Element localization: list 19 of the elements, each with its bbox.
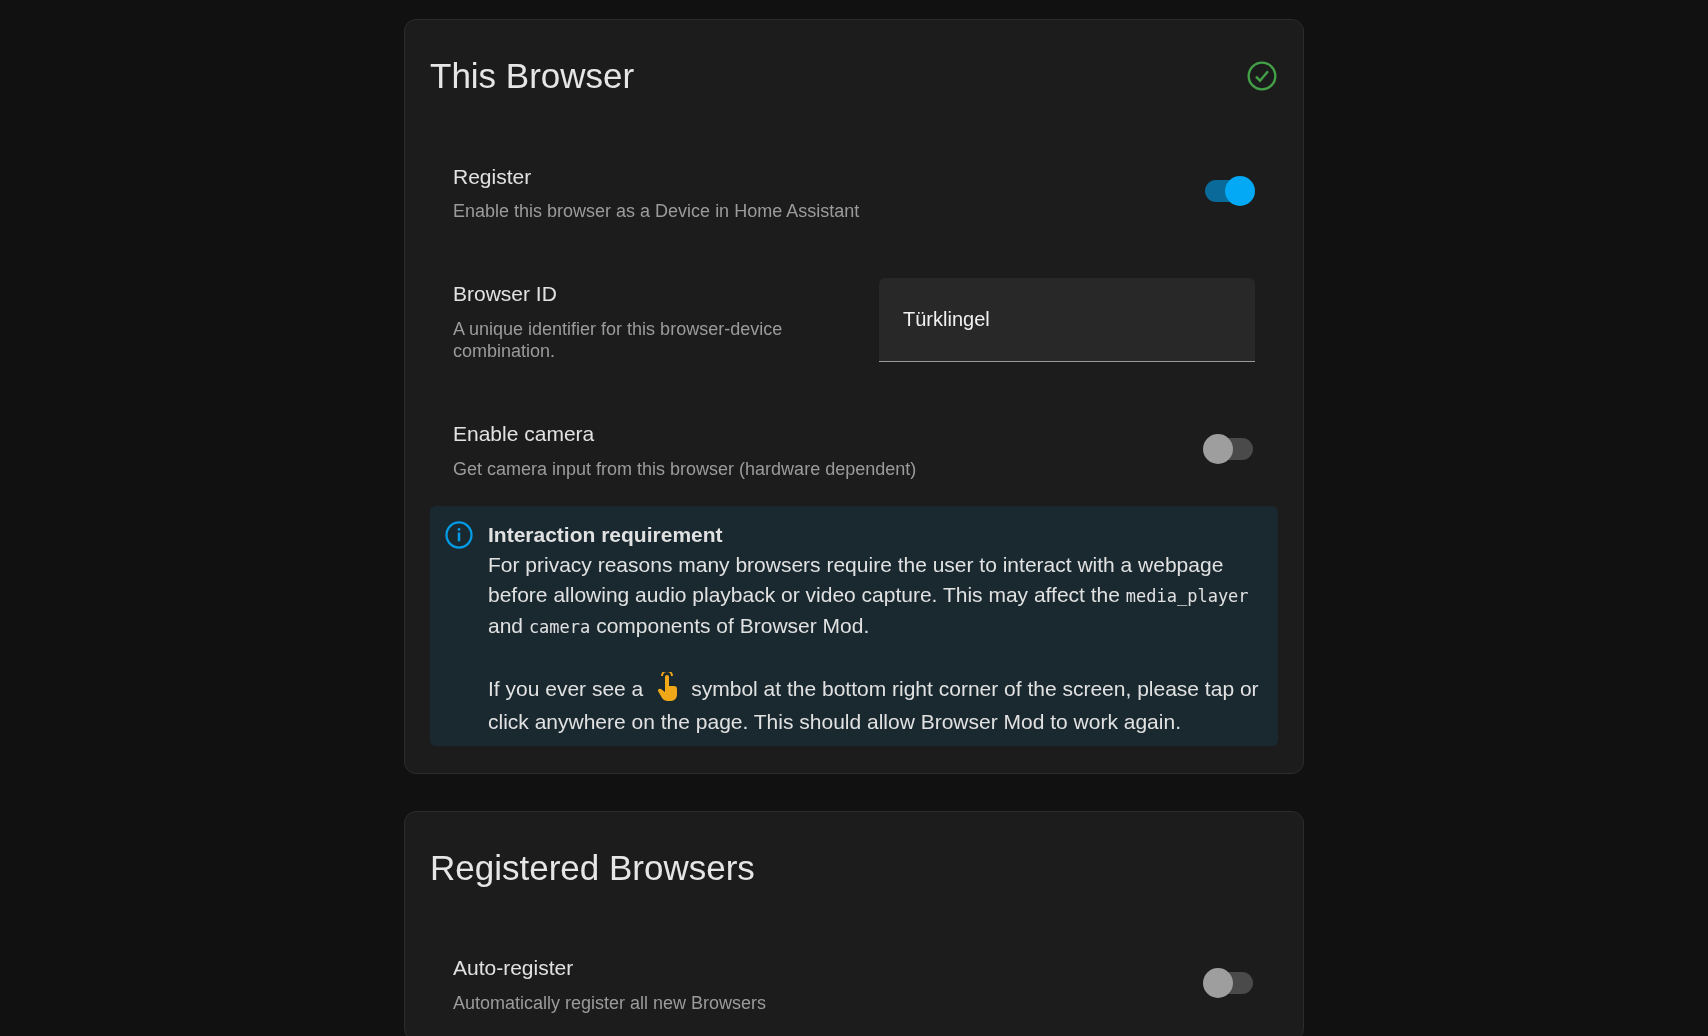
info-icon bbox=[444, 519, 474, 550]
setting-label: Register bbox=[453, 163, 533, 190]
tap-hand-icon bbox=[655, 671, 680, 702]
toggle-switch[interactable] bbox=[1203, 434, 1255, 463]
browser-id-field[interactable]: Türklingel bbox=[879, 278, 1255, 362]
setting-description: Enable this browser as a Device in Home Assistant bbox=[453, 200, 860, 222]
card-title: Registered Browsers bbox=[430, 846, 755, 889]
toggle-switch[interactable] bbox=[1203, 968, 1255, 997]
setting-label: Enable camera bbox=[453, 421, 596, 447]
alert-text: For privacy reasons many browsers require the user to interact with a webpage before allowing audio playback or video capture. This may affect the media_player and camera components of Browser Mod. bbox=[488, 551, 1250, 639]
alert-text: If you ever see a symbol at the bottom right corner of the screen, please tap or click anywhere on the page. This should allow Browser Mod to work again. bbox=[488, 671, 1264, 738]
setting-label: Browser ID bbox=[453, 281, 558, 308]
setting-description: Automatically register all new Browsers bbox=[453, 991, 767, 1014]
setting-label: Auto-register bbox=[453, 955, 575, 981]
setting-description: Get camera input from this browser (hardware dependent) bbox=[453, 457, 917, 480]
alert-title: Interaction requirement bbox=[488, 521, 724, 548]
toggle-switch[interactable] bbox=[1203, 177, 1255, 206]
setting-description: A unique identifier for this browser-device combination. bbox=[453, 317, 784, 362]
card-title: This Browser bbox=[430, 55, 635, 97]
